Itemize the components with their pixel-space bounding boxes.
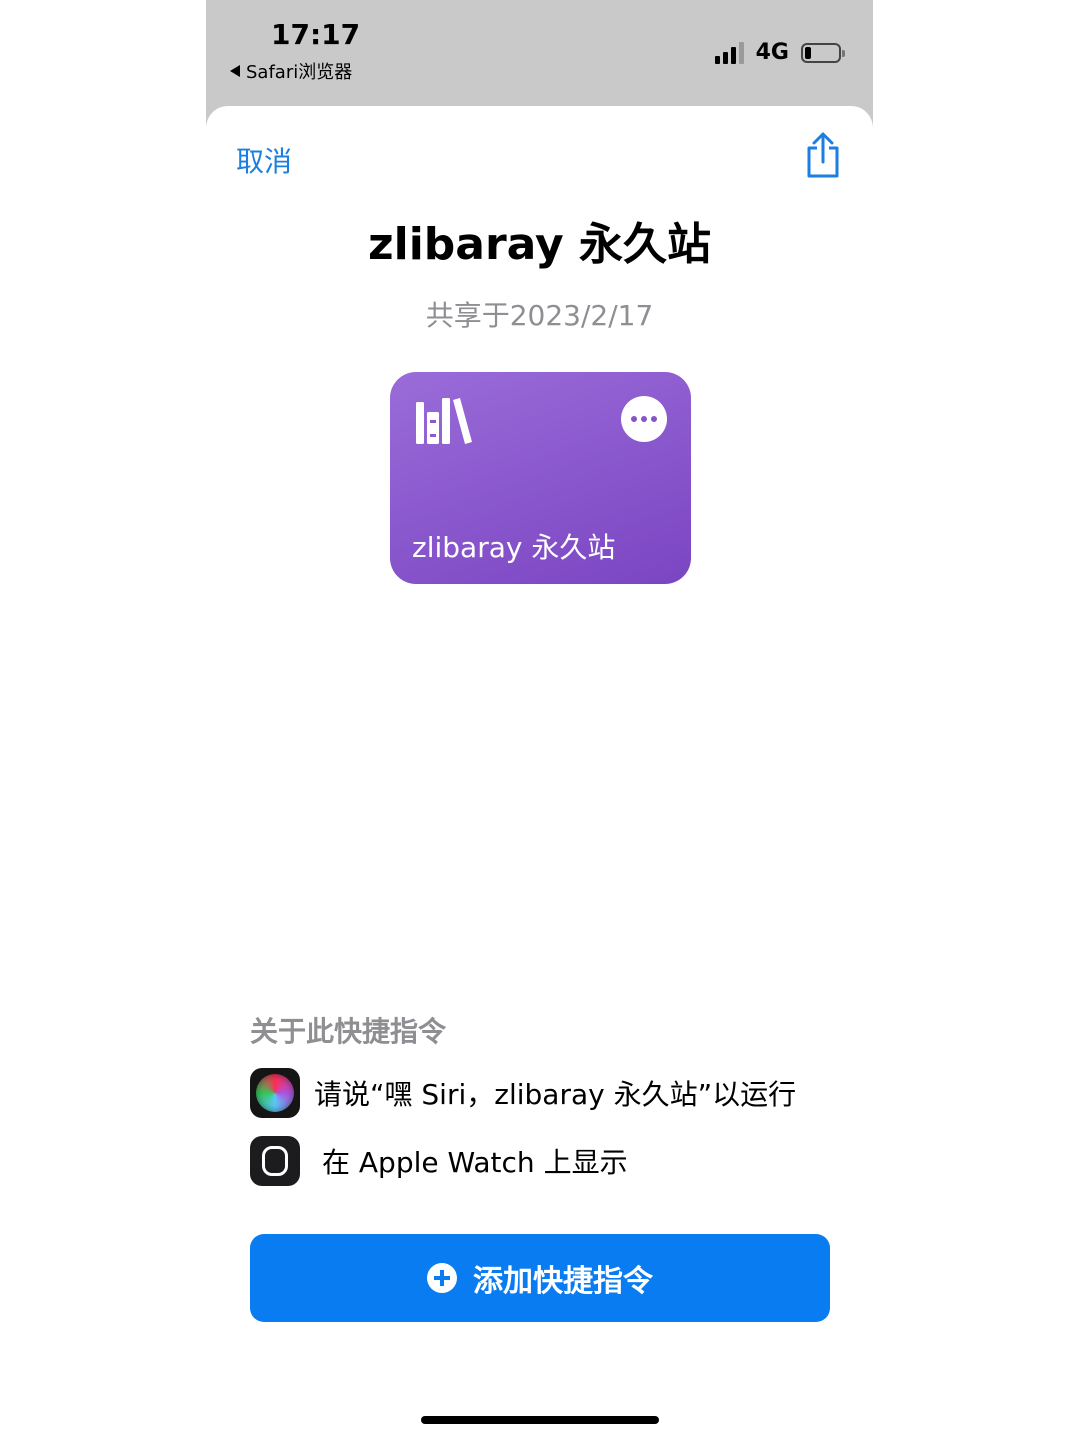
apple-watch-icon — [250, 1136, 300, 1186]
shortcut-title: zlibaray 永久站 — [368, 219, 711, 270]
shortcut-card[interactable]: zlibaray 永久站 — [390, 372, 691, 584]
about-section-title: 关于此快捷指令 — [250, 1015, 447, 1048]
back-to-app[interactable]: Safari浏览器 — [230, 58, 352, 84]
siri-icon — [250, 1068, 300, 1118]
add-shortcut-button[interactable]: 添加快捷指令 — [250, 1234, 830, 1322]
phone-screen: 17:17 Safari浏览器 4G 取消 zlibaray 永久站 共享于20… — [206, 0, 873, 1440]
battery-cap — [842, 49, 845, 57]
battery-fill — [805, 46, 811, 59]
signal-icon — [714, 41, 744, 64]
share-icon[interactable] — [803, 132, 843, 180]
siri-info-row: 请说“嘿 Siri，zlibaray 永久站”以运行 — [250, 1068, 796, 1118]
watch-info-text: 在 Apple Watch 上显示 — [322, 1146, 628, 1179]
back-triangle-icon — [230, 65, 240, 77]
card-title: zlibaray 永久站 — [412, 531, 616, 564]
add-shortcut-label: 添加快捷指令 — [473, 1264, 653, 1299]
shortcut-sheet: 取消 zlibaray 永久站 共享于2023/2/17 zlibaray 永久… — [206, 106, 873, 1440]
cancel-button[interactable]: 取消 — [236, 140, 292, 180]
status-indicators: 4G — [714, 40, 845, 65]
back-app-label: Safari浏览器 — [246, 62, 353, 83]
siri-info-text: 请说“嘿 Siri，zlibaray 永久站”以运行 — [314, 1078, 797, 1111]
watch-info-row: 在 Apple Watch 上显示 — [250, 1136, 628, 1186]
more-options-icon[interactable] — [621, 396, 667, 442]
network-type: 4G — [755, 40, 789, 65]
status-time: 17:17 — [271, 18, 361, 51]
shared-date: 共享于2023/2/17 — [425, 299, 654, 332]
battery-icon — [801, 42, 845, 63]
plus-circle-icon — [427, 1263, 457, 1293]
books-icon — [416, 398, 472, 444]
home-indicator[interactable] — [421, 1416, 659, 1424]
